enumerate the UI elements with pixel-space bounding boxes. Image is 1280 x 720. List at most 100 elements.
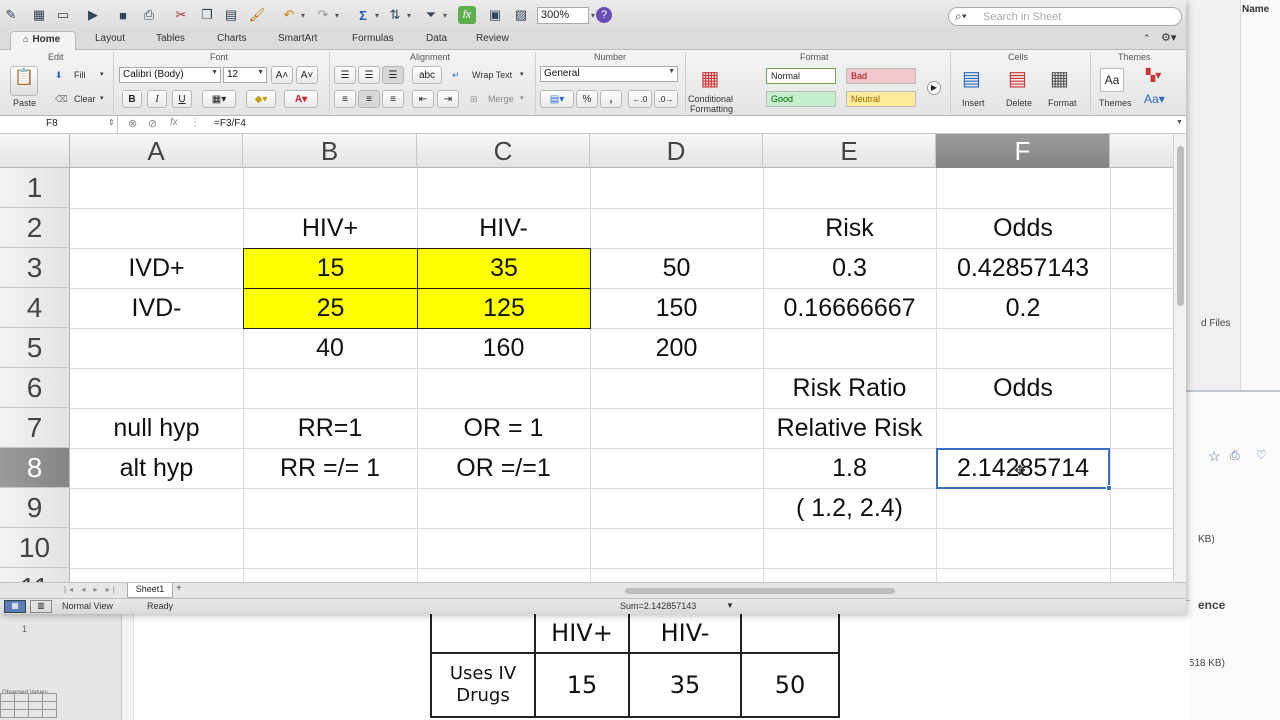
insert-button[interactable]: Insert: [962, 98, 985, 108]
paste-icon[interactable]: ▤: [222, 6, 240, 24]
cell-c8[interactable]: OR =/=1: [417, 448, 590, 488]
sheet-tab-sheet1[interactable]: Sheet1: [127, 583, 173, 598]
cell-a4[interactable]: IVD-: [70, 288, 243, 328]
sum-readout[interactable]: Sum=2.142857143: [620, 601, 696, 611]
media-browser-icon[interactable]: ▨: [512, 6, 530, 24]
fill-button[interactable]: Fill: [74, 70, 86, 80]
cell-f4[interactable]: 0.2: [936, 288, 1110, 328]
merge-button[interactable]: Merge: [488, 94, 514, 104]
sort-icon[interactable]: ⇅: [386, 6, 404, 24]
tab-review[interactable]: Review: [476, 33, 509, 44]
decrease-indent-button[interactable]: ⇤: [412, 90, 434, 108]
font-size-select[interactable]: 12 ▼: [223, 67, 267, 83]
row-header-11[interactable]: 11: [0, 568, 70, 582]
tab-data[interactable]: Data: [426, 33, 447, 44]
sum-menu-icon[interactable]: ▼: [726, 601, 734, 610]
column-header-e[interactable]: E: [763, 134, 936, 168]
fill-handle[interactable]: [1106, 485, 1112, 491]
themes-button[interactable]: Themes: [1099, 98, 1132, 108]
cell-e6[interactable]: Risk Ratio: [763, 368, 936, 408]
delete-cells-icon[interactable]: ▤: [1008, 66, 1027, 91]
cell-c7[interactable]: OR = 1: [417, 408, 590, 448]
autosum-menu-icon[interactable]: ▾: [372, 6, 382, 24]
collapse-ribbon-icon[interactable]: ⌃: [1143, 33, 1151, 44]
column-header-d[interactable]: D: [590, 134, 763, 168]
present-icon[interactable]: ▶: [84, 6, 102, 24]
formula-input[interactable]: =F3/F4: [214, 118, 246, 129]
cell-b5[interactable]: 40: [243, 328, 417, 368]
cell-c4[interactable]: 125: [417, 288, 591, 329]
bold-button[interactable]: B: [122, 90, 142, 108]
undo-icon[interactable]: ↶: [280, 6, 298, 24]
align-right-button[interactable]: ≡: [382, 90, 404, 108]
cell-f2[interactable]: Odds: [936, 208, 1110, 248]
cut-icon[interactable]: ✂: [172, 6, 190, 24]
cell-f6[interactable]: Odds: [936, 368, 1110, 408]
normal-view-button[interactable]: ▦: [4, 600, 26, 613]
align-middle-button[interactable]: ☰: [358, 66, 380, 84]
format-button[interactable]: Format: [1048, 98, 1077, 108]
theme-colors-icon[interactable]: ▚▾: [1146, 68, 1161, 82]
insert-cells-icon[interactable]: ▤: [962, 66, 981, 91]
sort-menu-icon[interactable]: ▾: [404, 6, 414, 24]
cell-e9[interactable]: ( 1.2, 2.4): [763, 488, 936, 528]
column-header-c[interactable]: C: [417, 134, 590, 168]
paste-button[interactable]: 📋: [10, 66, 38, 96]
theme-fonts-button[interactable]: Aa▾: [1144, 92, 1165, 106]
number-format-select[interactable]: General ▼: [540, 66, 678, 82]
cancel-formula-icon[interactable]: ⊗: [128, 117, 137, 130]
font-color-button[interactable]: A▾: [284, 90, 318, 108]
cell-f3[interactable]: 0.42857143: [936, 248, 1110, 288]
cell-b2[interactable]: HIV+: [243, 208, 417, 248]
font-name-select[interactable]: Calibri (Body) ▼: [119, 67, 221, 83]
fill-color-button[interactable]: ◆▾: [246, 90, 276, 108]
column-header-b[interactable]: B: [243, 134, 417, 168]
increase-indent-button[interactable]: ⇥: [437, 90, 459, 108]
cell-b3[interactable]: 15: [243, 248, 418, 289]
row-header-9[interactable]: 9: [0, 488, 70, 528]
filter-icon[interactable]: ⏷: [422, 6, 440, 24]
function-icon[interactable]: fx: [458, 6, 476, 24]
tab-formulas[interactable]: Formulas: [352, 33, 394, 44]
autosum-icon[interactable]: Σ: [354, 6, 372, 24]
vertical-scrollbar[interactable]: [1173, 134, 1186, 582]
themes-icon[interactable]: Aa: [1100, 68, 1124, 92]
style-bad[interactable]: Bad: [846, 68, 916, 84]
open-folder-icon[interactable]: ▭: [54, 6, 72, 24]
cell-a3[interactable]: IVD+: [70, 248, 243, 288]
cell-b7[interactable]: RR=1: [243, 408, 417, 448]
tab-smartart[interactable]: SmartArt: [278, 33, 317, 44]
cell-d4[interactable]: 150: [590, 288, 763, 328]
align-left-button[interactable]: ≡: [334, 90, 356, 108]
undo-menu-icon[interactable]: ▾: [298, 6, 308, 24]
borders-button[interactable]: ▦▾: [202, 90, 236, 108]
cell-d3[interactable]: 50: [590, 248, 763, 288]
cell-e2[interactable]: Risk: [763, 208, 936, 248]
cell-c3[interactable]: 35: [417, 248, 591, 289]
clipboard-icon[interactable]: ⎙: [1230, 448, 1240, 463]
add-sheet-icon[interactable]: +: [176, 583, 182, 594]
redo-menu-icon[interactable]: ▾: [332, 6, 342, 24]
name-box[interactable]: F8: [0, 116, 118, 133]
cell-b8[interactable]: RR =/= 1: [243, 448, 417, 488]
style-neutral[interactable]: Neutral: [846, 91, 916, 107]
wrap-menu-icon[interactable]: ▾: [520, 70, 524, 78]
tab-tables[interactable]: Tables: [156, 33, 185, 44]
horizontal-scrollbar[interactable]: [625, 583, 1173, 598]
style-normal[interactable]: Normal: [766, 68, 836, 84]
copy-icon[interactable]: ❐: [198, 6, 216, 24]
redo-icon[interactable]: ↷: [314, 6, 332, 24]
wrap-text-button[interactable]: Wrap Text: [472, 70, 512, 80]
delete-button[interactable]: Delete: [1006, 98, 1032, 108]
cell-b4[interactable]: 25: [243, 288, 418, 329]
decrease-decimal-button[interactable]: .0→: [654, 90, 678, 108]
heart-icon[interactable]: ♡: [1256, 448, 1267, 462]
format-painter-icon[interactable]: 🖌: [248, 6, 266, 24]
clear-button[interactable]: Clear: [74, 94, 96, 104]
formula-menu-icon[interactable]: ⋮: [190, 117, 200, 128]
select-all-corner[interactable]: [0, 134, 70, 168]
conditional-formatting-button[interactable]: ▦: [694, 66, 726, 94]
orientation-button[interactable]: abc: [412, 66, 442, 84]
styles-next-icon[interactable]: ▶: [927, 81, 941, 95]
style-good[interactable]: Good: [766, 91, 836, 107]
